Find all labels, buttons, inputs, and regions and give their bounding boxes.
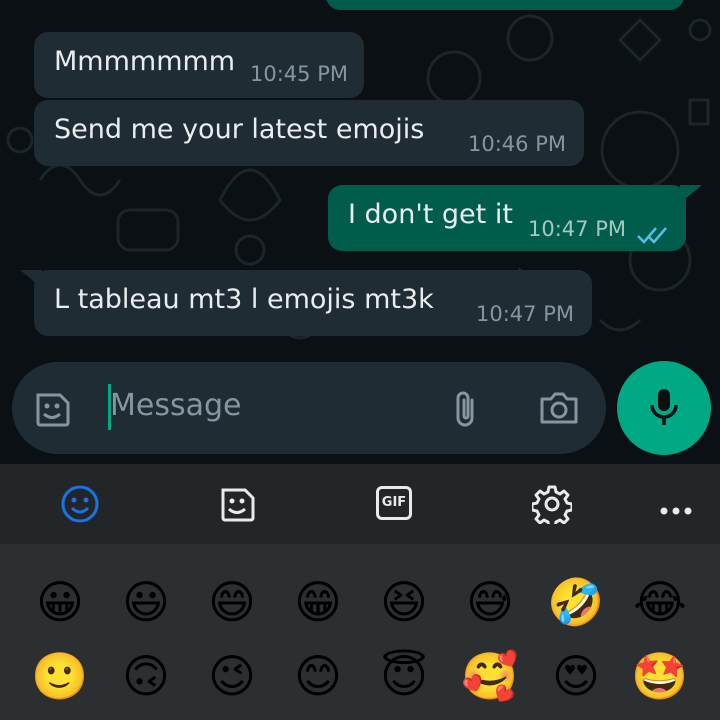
message-text: Mmmmmmm: [54, 46, 236, 77]
message-time: 10:46 PM: [468, 132, 566, 156]
sticker-icon[interactable]: [217, 484, 257, 528]
gif-icon[interactable]: GIF: [376, 486, 412, 520]
message-text: I don't get it: [348, 199, 513, 230]
message-time: 10:47 PM: [528, 217, 626, 241]
emoji-key[interactable]: 😍: [546, 646, 606, 706]
emoji-key[interactable]: 🤣: [546, 572, 606, 632]
more-dots-icon[interactable]: [660, 500, 692, 519]
message-composer[interactable]: Message: [12, 362, 606, 454]
emoji-key[interactable]: 😊: [288, 646, 348, 706]
read-receipt-icon: [636, 221, 668, 252]
message-time: 10:45 PM: [250, 62, 348, 86]
message-text: Send me your latest emojis: [54, 114, 425, 145]
emoji-key[interactable]: 🥰: [460, 646, 520, 706]
emoji-key[interactable]: 😅: [460, 572, 520, 632]
emoji-key[interactable]: 😃: [116, 572, 176, 632]
message-bubble-incoming[interactable]: Send me your latest emojis 10:46 PM: [34, 100, 584, 166]
emoji-key[interactable]: 😁: [288, 572, 348, 632]
gif-label: GIF: [381, 495, 407, 510]
emoji-key[interactable]: 😄: [202, 572, 262, 632]
emoji-key[interactable]: 😂: [630, 572, 690, 632]
camera-icon[interactable]: [538, 390, 580, 426]
smiley-icon[interactable]: [60, 484, 100, 528]
voice-message-button[interactable]: [617, 361, 711, 455]
keyboard-toolbar: GIF: [0, 464, 720, 544]
emoji-key[interactable]: 🙃: [116, 646, 176, 706]
emoji-key[interactable]: 😆: [374, 572, 434, 632]
emoji-key[interactable]: 😇: [374, 646, 434, 706]
incoming-tail: [20, 270, 42, 288]
emoji-key[interactable]: 🙂: [30, 646, 90, 706]
message-time: 10:47 PM: [476, 302, 574, 326]
emoji-key[interactable]: 🤩: [630, 646, 690, 706]
emoji-panel: 😀 😃 😄 😁 😆 😅 🤣 😂 🙂 🙃 😉 😊 😇 🥰 😍 🤩: [0, 544, 720, 720]
microphone-icon: [649, 387, 679, 429]
message-text: L tableau mt3 l emojis mt3k: [54, 284, 434, 315]
gear-icon[interactable]: [530, 484, 574, 529]
message-bubble-incoming[interactable]: L tableau mt3 l emojis mt3k 10:47 PM: [34, 270, 592, 336]
emoji-key[interactable]: 😉: [202, 646, 262, 706]
paperclip-icon[interactable]: [450, 388, 480, 430]
message-bubble-outgoing[interactable]: I don't get it 10:47 PM: [328, 185, 686, 251]
previous-outgoing-bubble: [326, 0, 684, 10]
message-bubble-incoming[interactable]: Mmmmmmm 10:45 PM: [34, 32, 364, 98]
emoji-key[interactable]: 😀: [30, 572, 90, 632]
outgoing-tail: [680, 185, 702, 203]
sticker-smile-icon[interactable]: [32, 389, 72, 429]
message-input[interactable]: Message: [110, 388, 241, 423]
